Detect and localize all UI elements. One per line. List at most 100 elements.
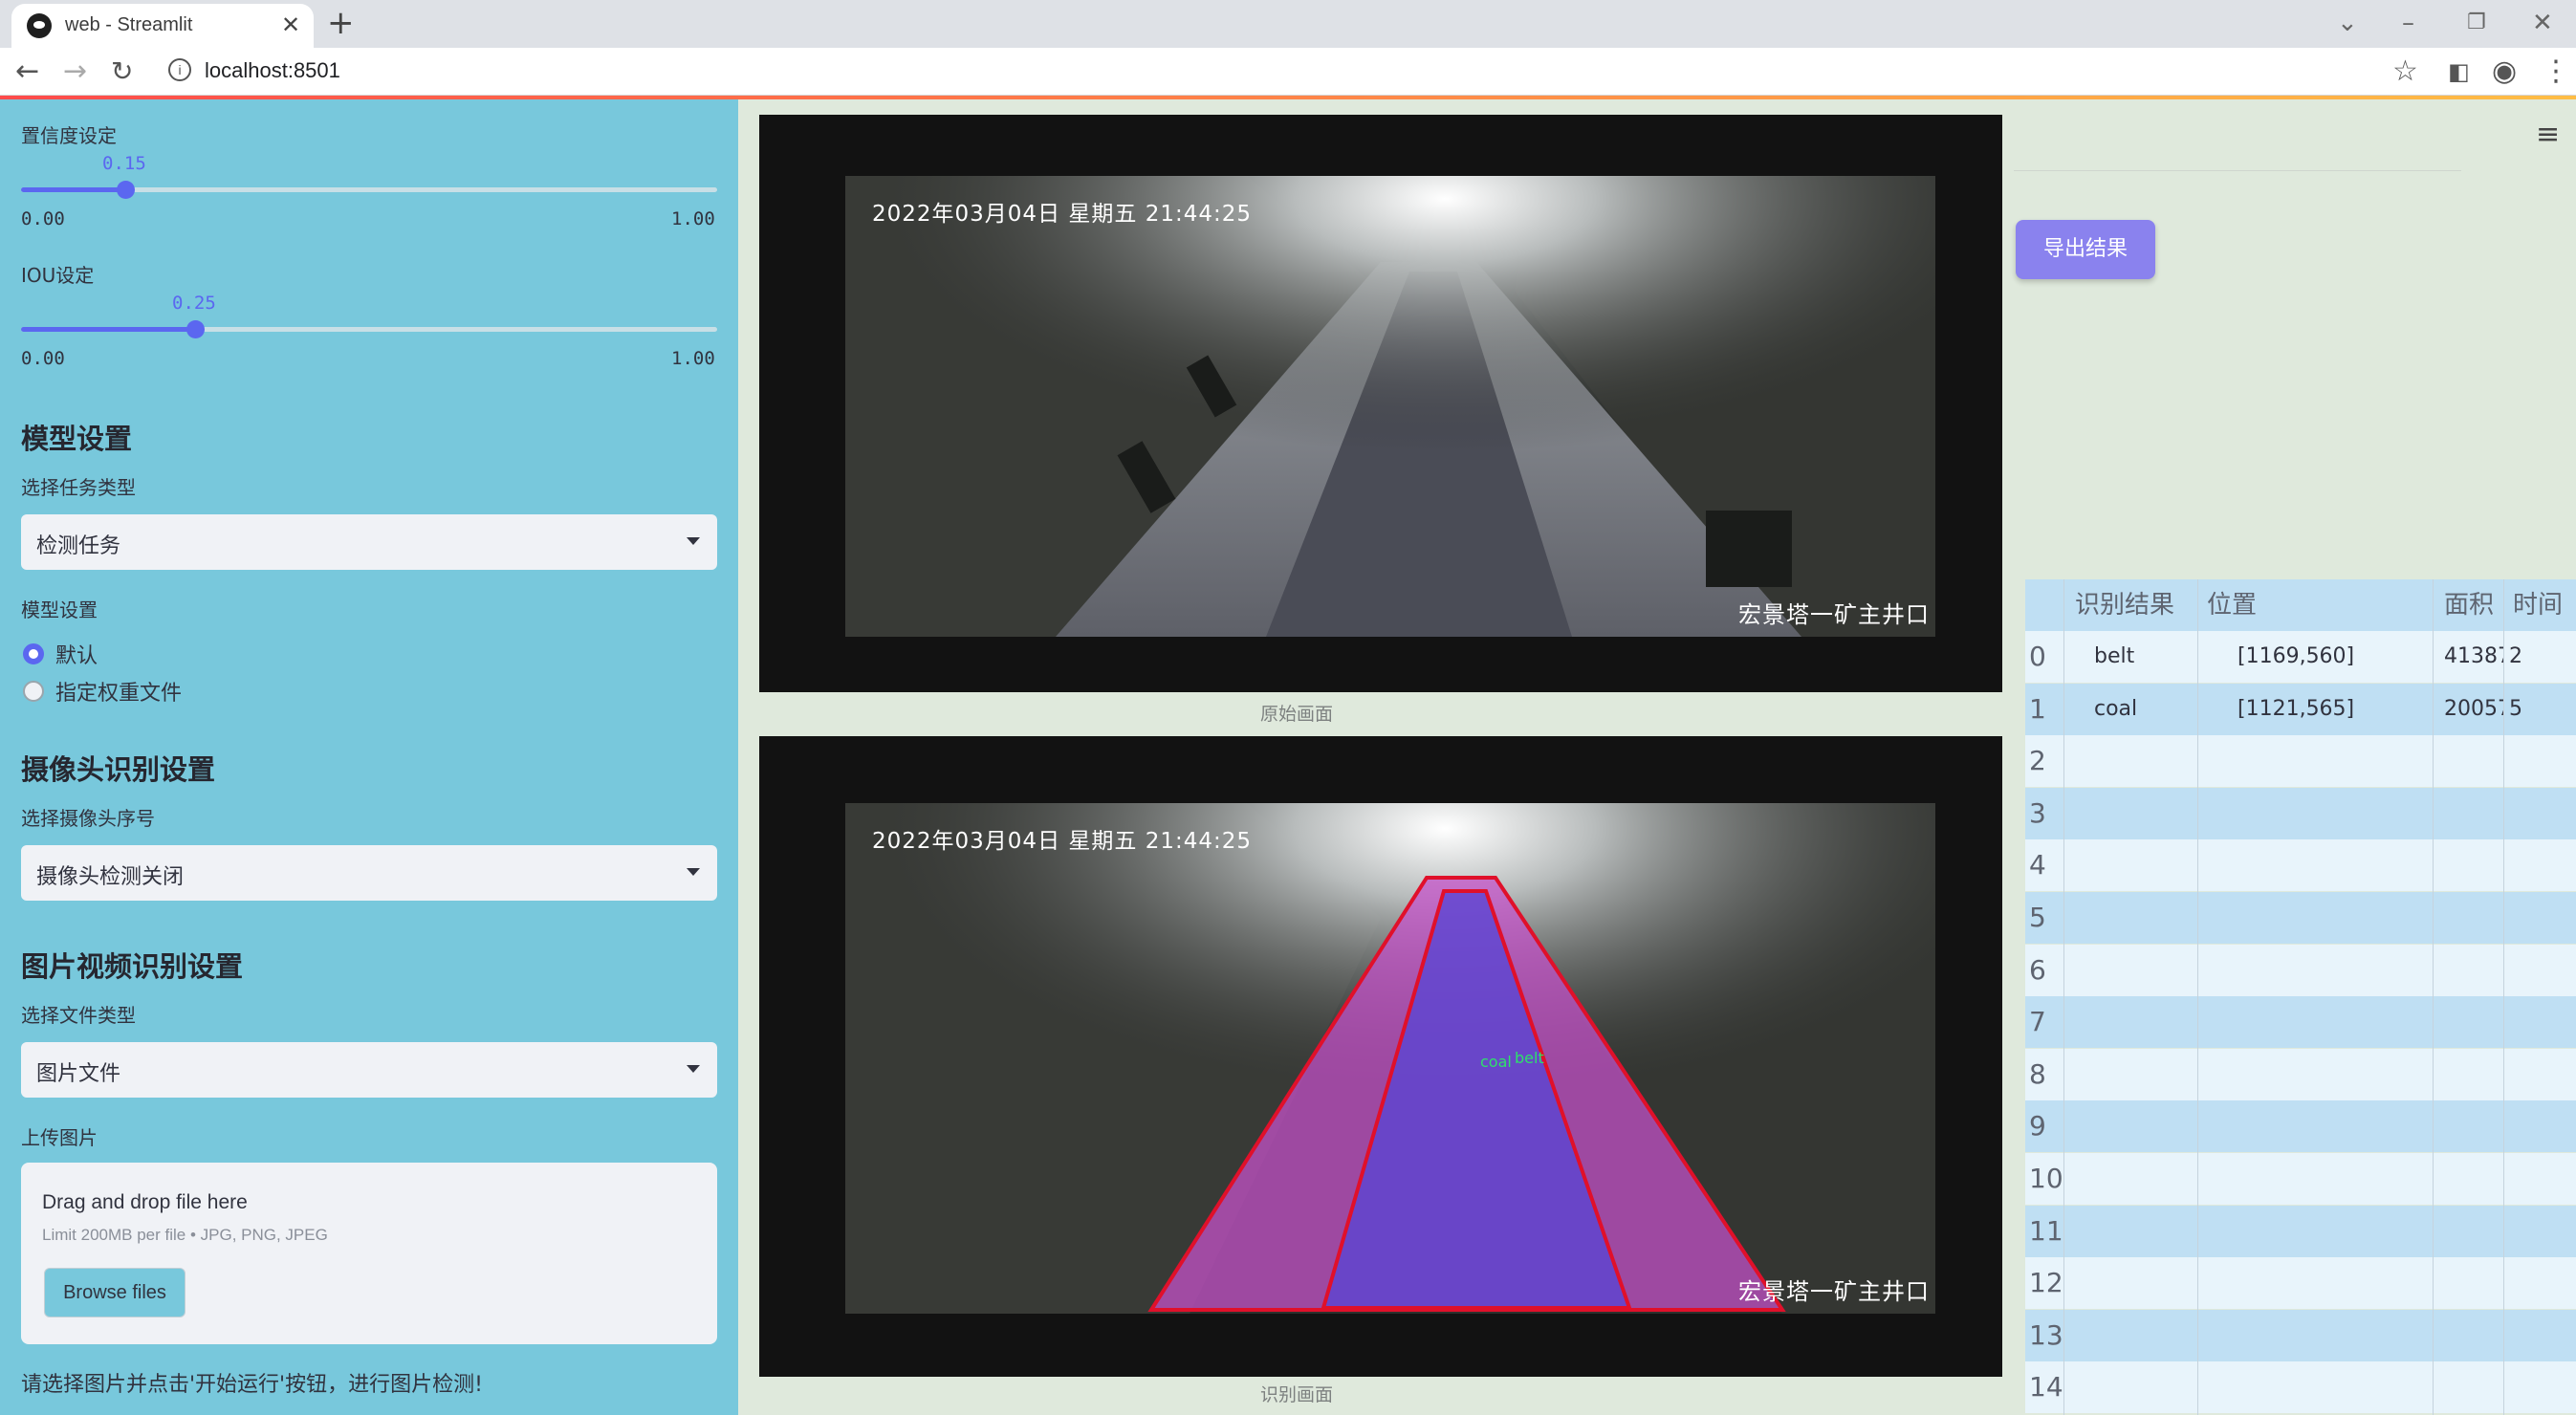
model-custom-radio[interactable] [23, 681, 44, 702]
coal-label-text: coal [1480, 1053, 1512, 1071]
back-icon[interactable]: ← [15, 55, 39, 88]
confidence-slider[interactable] [21, 181, 717, 199]
row-result [2094, 1361, 2197, 1413]
star-icon[interactable]: ☆ [2392, 55, 2418, 88]
row-time [2509, 1361, 2576, 1413]
row-time [2509, 1206, 2576, 1257]
row-time [2509, 1100, 2576, 1152]
model-default-label: 默认 [55, 644, 98, 668]
table-row[interactable]: 6 [2025, 944, 2576, 996]
table-row[interactable]: 3 [2025, 787, 2576, 839]
iou-label: IOU设定 [21, 264, 95, 287]
close-window-icon[interactable]: ✕ [2532, 6, 2553, 40]
row-result [2094, 1257, 2197, 1309]
table-row[interactable]: 13 [2025, 1309, 2576, 1361]
row-position: [1169,560] [2238, 644, 2355, 668]
row-result [2094, 735, 2197, 787]
table-row[interactable]: 14 [2025, 1361, 2576, 1414]
close-icon[interactable]: ✕ [281, 11, 300, 38]
confidence-min: 0.00 [21, 208, 65, 229]
mine-belt-scene-original [845, 176, 1935, 637]
row-index: 4 [2029, 849, 2046, 882]
row-index: 7 [2029, 1006, 2046, 1038]
original-caption: 原始画面 [1260, 704, 1334, 725]
browse-files-button[interactable]: Browse files [44, 1268, 186, 1317]
row-result [2094, 945, 2197, 996]
row-time [2509, 996, 2576, 1048]
row-index: 11 [2029, 1214, 2063, 1247]
row-position [2238, 1100, 2433, 1152]
detected-place: 宏景塔一矿主井口 [1738, 1278, 1930, 1305]
export-results-button[interactable]: 导出结果 [2016, 220, 2155, 279]
upload-label: 上传图片 [21, 1126, 98, 1149]
row-area: 2005720.0 [2444, 696, 2503, 721]
table-row[interactable]: 2 [2025, 735, 2576, 788]
table-row[interactable]: 11 [2025, 1205, 2576, 1257]
plus-icon[interactable]: + [327, 6, 355, 40]
header-result[interactable]: 识别结果 [2075, 579, 2199, 631]
table-row[interactable]: 7 [2025, 996, 2576, 1049]
task-type-select[interactable]: 检测任务 [21, 514, 717, 570]
chevron-down-icon[interactable]: ⌄ [2337, 6, 2358, 40]
camera-index-value: 摄像头检测关闭 [36, 865, 185, 889]
results-table[interactable]: 识别结果 位置 面积 时间 0belt[1169,560]4138750.021… [2025, 579, 2576, 1415]
file-dropzone[interactable]: Drag and drop file here Limit 200MB per … [21, 1163, 717, 1344]
row-result [2094, 892, 2197, 944]
camera-index-select[interactable]: 摄像头检测关闭 [21, 845, 717, 901]
divider [2014, 170, 2461, 171]
row-result [2094, 1206, 2197, 1257]
row-time [2509, 788, 2576, 839]
row-time [2509, 1257, 2576, 1309]
row-result [2094, 1049, 2197, 1100]
iou-max: 1.00 [671, 348, 715, 369]
row-area [2444, 1153, 2503, 1205]
detected-caption: 识别画面 [1260, 1384, 1334, 1405]
row-result [2094, 1310, 2197, 1361]
task-type-value: 检测任务 [36, 534, 121, 558]
restore-icon[interactable]: ❐ [2467, 6, 2486, 40]
model-default-radio[interactable] [23, 643, 44, 664]
iou-slider[interactable] [21, 320, 717, 338]
row-position [2238, 945, 2433, 996]
task-type-label: 选择任务类型 [21, 476, 136, 499]
detected-frame: coal belt 2022年03月04日 星期五 21:44:25 宏景塔一矿… [759, 736, 2002, 1377]
row-index: 2 [2029, 745, 2046, 777]
table-row[interactable]: 12 [2025, 1257, 2576, 1310]
table-row[interactable]: 0 belt [1169,560] 4138750.02 [2025, 631, 2576, 683]
forward-icon[interactable]: → [63, 55, 87, 88]
url-field[interactable]: localhost:8501 [205, 58, 340, 83]
sidebar: 置信度设定 0.15 0.00 1.00 IOU设定 0.25 0.00 1.0… [0, 99, 738, 1415]
row-time [2509, 839, 2576, 891]
table-row[interactable]: 8 [2025, 1048, 2576, 1100]
confidence-max: 1.00 [671, 208, 715, 229]
iou-slider-thumb[interactable] [186, 320, 205, 338]
table-row[interactable]: 10 [2025, 1153, 2576, 1205]
sidepanel-icon[interactable]: ◧ [2448, 55, 2470, 88]
model-settings-header: 模型设置 [21, 423, 133, 455]
table-row[interactable]: 4 [2025, 839, 2576, 892]
row-result [2094, 839, 2197, 891]
browser-tab-strip: web - Streamlit ✕ + ⌄ – ❐ ✕ [0, 0, 2576, 48]
row-area [2444, 788, 2503, 839]
file-type-select[interactable]: 图片文件 [21, 1042, 717, 1098]
browser-tab[interactable]: web - Streamlit ✕ [11, 4, 314, 48]
info-icon[interactable]: i [168, 58, 191, 81]
table-row[interactable]: 1 coal [1121,565] 2005720.05 [2025, 683, 2576, 735]
row-time: 2 [2509, 644, 2522, 668]
row-index: 3 [2029, 796, 2046, 829]
profile-icon[interactable]: ◉ [2492, 55, 2517, 88]
original-frame: 2022年03月04日 星期五 21:44:25 宏景塔一矿主井口 [759, 115, 2002, 692]
minimize-icon[interactable]: – [2402, 6, 2414, 40]
kebab-icon[interactable]: ⋮ [2542, 55, 2570, 88]
confidence-slider-thumb[interactable] [117, 181, 135, 199]
row-position [2238, 1310, 2433, 1361]
header-position[interactable]: 位置 [2207, 579, 2341, 631]
table-row[interactable]: 9 [2025, 1100, 2576, 1153]
table-row[interactable]: 5 [2025, 892, 2576, 944]
header-area[interactable]: 面积 [2444, 579, 2511, 631]
header-time[interactable]: 时间 [2513, 579, 2576, 631]
row-area [2444, 1361, 2503, 1413]
belt-label-text: belt [1515, 1049, 1544, 1067]
reload-icon[interactable]: ↻ [111, 55, 133, 88]
hamburger-icon[interactable]: ≡ [2536, 120, 2560, 149]
